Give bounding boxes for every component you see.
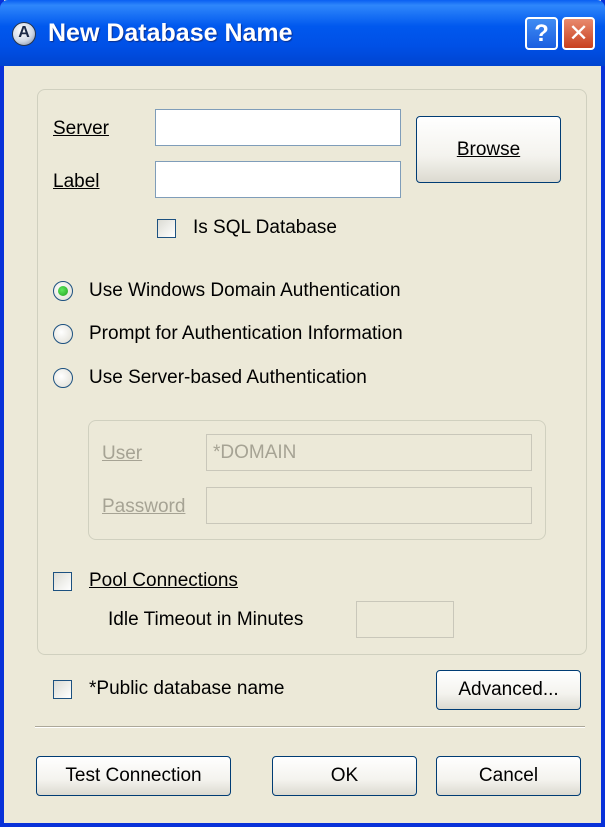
help-icon: ? [534,20,549,47]
is-sql-checkbox[interactable] [157,219,176,238]
user-label-text: User [102,443,143,464]
public-db-checkbox[interactable] [53,680,72,699]
radio-prompt-auth-label[interactable]: Prompt for Authentication Information [89,323,403,345]
browse-button[interactable]: Browse [416,116,561,183]
window-title: New Database Name [48,19,293,47]
server-input[interactable] [155,109,401,146]
label-label-text: Label [53,171,100,192]
label-label: Label [53,171,100,193]
ok-button[interactable]: OK [272,756,417,796]
user-label: User [102,443,142,465]
dialog-window: A New Database Name ? ✕ Server Label Bro… [0,0,605,827]
app-icon-letter: A [18,24,30,41]
advanced-button[interactable]: Advanced... [436,670,581,710]
radio-server-auth[interactable] [53,368,73,388]
password-label-text: Password [102,496,186,517]
is-sql-label[interactable]: Is SQL Database [193,217,337,239]
label-input[interactable] [155,161,401,198]
pool-connections-label[interactable]: Pool Connections [89,570,238,592]
cancel-button[interactable]: Cancel [436,756,581,796]
idle-timeout-input[interactable] [356,601,454,638]
server-label-text: Server [53,118,109,139]
close-icon: ✕ [568,20,589,47]
title-bar[interactable]: A New Database Name ? ✕ [0,0,605,66]
test-connection-button[interactable]: Test Connection [36,756,231,796]
radio-windows-auth[interactable] [53,281,73,301]
public-db-label[interactable]: *Public database name [89,678,284,700]
separator [35,726,585,728]
password-label: Password [102,496,185,518]
server-label: Server [53,118,109,140]
pool-connections-checkbox[interactable] [53,572,72,591]
pool-connections-label-text: Pool Connections [89,570,238,591]
close-button[interactable]: ✕ [562,17,595,50]
radio-prompt-auth[interactable] [53,324,73,344]
idle-timeout-label: Idle Timeout in Minutes [108,609,304,630]
app-icon: A [12,22,36,46]
user-input[interactable] [206,434,532,471]
password-input[interactable] [206,487,532,524]
help-button[interactable]: ? [525,17,558,50]
radio-windows-auth-label[interactable]: Use Windows Domain Authentication [89,280,401,302]
radio-server-auth-label[interactable]: Use Server-based Authentication [89,367,367,389]
browse-button-label: Browse [456,139,521,160]
